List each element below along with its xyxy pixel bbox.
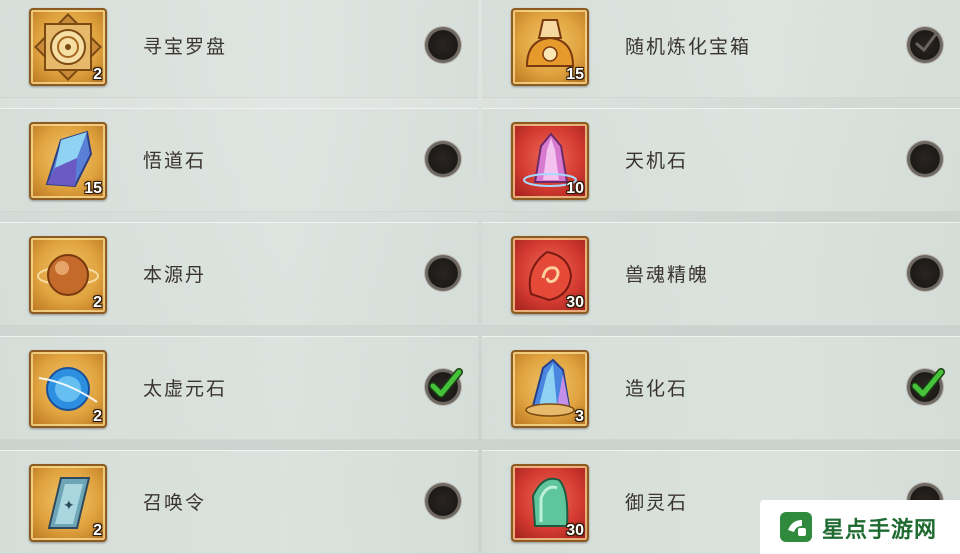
list-item[interactable]: 2 太虚元石 xyxy=(0,336,478,440)
item-tile: ✦ 2 xyxy=(29,464,107,542)
item-tile: 3 xyxy=(511,350,589,428)
list-item[interactable]: 15 悟道石 xyxy=(0,108,478,212)
item-tile: 15 xyxy=(511,8,589,86)
checkmark-icon xyxy=(915,32,938,52)
list-item[interactable]: 3 造化石 xyxy=(482,336,960,440)
item-tile: 2 xyxy=(29,8,107,86)
item-tile: 30 xyxy=(511,464,589,542)
item-name: 天机石 xyxy=(625,150,689,172)
item-tile: 10 xyxy=(511,122,589,200)
item-name: 兽魂精魄 xyxy=(625,264,710,286)
checkmark-icon xyxy=(911,368,945,398)
item-quantity: 3 xyxy=(575,408,584,425)
item-tile: 2 xyxy=(29,236,107,314)
item-name: 悟道石 xyxy=(143,150,207,172)
item-name: 寻宝罗盘 xyxy=(143,36,228,58)
list-item[interactable]: ✦ 2 召唤令 xyxy=(0,450,478,554)
list-item[interactable]: 2 本源丹 xyxy=(0,222,478,326)
item-quantity: 30 xyxy=(566,522,584,539)
item-name: 随机炼化宝箱 xyxy=(625,36,752,58)
select-radio[interactable] xyxy=(428,258,458,288)
select-radio-checked[interactable] xyxy=(910,30,940,60)
checkmark-icon xyxy=(429,368,463,398)
select-radio[interactable] xyxy=(428,486,458,516)
logo-icon xyxy=(780,512,812,542)
item-quantity: 2 xyxy=(93,294,102,311)
list-item[interactable]: 10 天机石 xyxy=(482,108,960,212)
item-quantity: 30 xyxy=(566,294,584,311)
item-quantity: 15 xyxy=(566,66,584,83)
item-tile: 15 xyxy=(29,122,107,200)
item-list-right: 15 随机炼化宝箱 10 天机石 30 兽魂精魄 3 造化石 30 御灵石 xyxy=(482,0,960,554)
item-tile: 30 xyxy=(511,236,589,314)
select-radio[interactable] xyxy=(428,144,458,174)
item-quantity: 15 xyxy=(84,180,102,197)
item-name: 太虚元石 xyxy=(143,378,228,400)
list-item[interactable]: 2 寻宝罗盘 xyxy=(0,0,478,98)
select-radio[interactable] xyxy=(910,258,940,288)
item-list-left: 2 寻宝罗盘 15 悟道石 2 本源丹 2 太虚元石 ✦ 2 召唤令 xyxy=(0,0,478,554)
item-quantity: 2 xyxy=(93,408,102,425)
item-quantity: 2 xyxy=(93,522,102,539)
item-tile: 2 xyxy=(29,350,107,428)
select-radio[interactable] xyxy=(428,30,458,60)
item-quantity: 2 xyxy=(93,66,102,83)
item-name: 召唤令 xyxy=(143,492,207,514)
select-radio[interactable] xyxy=(910,144,940,174)
item-name: 造化石 xyxy=(625,378,689,400)
list-item[interactable]: 30 兽魂精魄 xyxy=(482,222,960,326)
item-name: 本源丹 xyxy=(143,264,207,286)
list-item[interactable]: 15 随机炼化宝箱 xyxy=(482,0,960,98)
item-name: 御灵石 xyxy=(625,492,689,514)
select-radio-checked[interactable] xyxy=(428,368,463,402)
item-quantity: 10 xyxy=(566,180,584,197)
watermark-logo: 星点手游网 xyxy=(760,500,960,554)
svg-text:✦: ✦ xyxy=(63,498,75,514)
watermark-text: 星点手游网 xyxy=(822,518,938,543)
select-radio-checked[interactable] xyxy=(910,368,945,402)
